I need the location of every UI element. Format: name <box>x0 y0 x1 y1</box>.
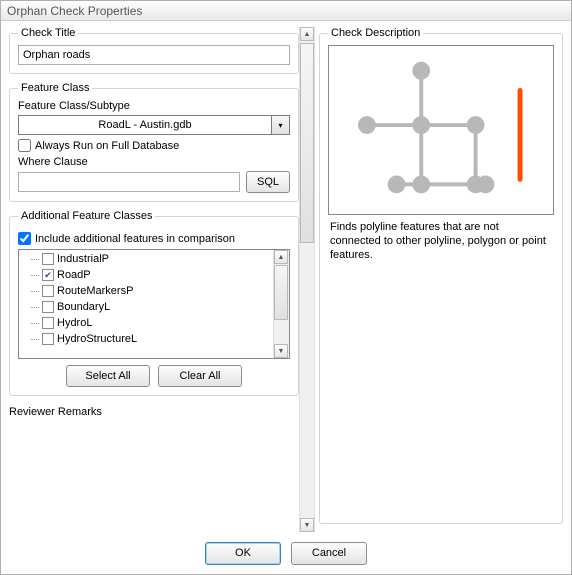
legend-additional: Additional Feature Classes <box>18 210 155 222</box>
list-item-label: HydroStructureL <box>57 333 137 345</box>
list-item-label: IndustrialP <box>57 253 109 265</box>
dialog-body: Check Title Feature Class Feature Class/… <box>1 21 571 532</box>
group-additional-features: Additional Feature Classes Include addit… <box>9 210 299 396</box>
reviewer-remarks-label: Reviewer Remarks <box>9 406 299 418</box>
left-column: Check Title Feature Class Feature Class/… <box>9 27 299 532</box>
list-item[interactable]: HydroStructureL <box>21 331 271 347</box>
scroll-up-icon[interactable]: ▲ <box>274 250 288 264</box>
subtype-label: Feature Class/Subtype <box>18 100 290 112</box>
list-item-checkbox[interactable] <box>42 285 54 297</box>
chevron-down-icon[interactable]: ▾ <box>272 115 290 135</box>
scroll-up-icon[interactable]: ▲ <box>300 27 314 41</box>
clear-all-button[interactable]: Clear All <box>158 365 242 387</box>
list-item-checkbox[interactable]: ✔ <box>42 269 54 281</box>
list-item[interactable]: BoundaryL <box>21 299 271 315</box>
panel-scrollbar[interactable]: ▲ ▼ <box>299 27 315 532</box>
listbox-scrollbar[interactable]: ▲ ▼ <box>273 250 289 358</box>
always-run-label: Always Run on Full Database <box>35 140 179 152</box>
legend-description: Check Description <box>328 27 423 39</box>
titlebar: Orphan Check Properties <box>1 1 571 21</box>
group-check-title: Check Title <box>9 27 299 74</box>
legend-check-title: Check Title <box>18 27 78 39</box>
description-diagram <box>328 45 554 215</box>
cancel-button[interactable]: Cancel <box>291 542 367 565</box>
right-column: Check Description <box>319 27 563 532</box>
dialog-orphan-check-properties: Orphan Check Properties Check Title Feat… <box>0 0 572 575</box>
list-item-label: RouteMarkersP <box>57 285 133 297</box>
scroll-thumb[interactable] <box>300 43 314 243</box>
dialog-footer: OK Cancel <box>1 532 571 574</box>
orphan-diagram-icon <box>329 46 553 214</box>
scroll-thumb[interactable] <box>274 265 288 320</box>
sql-button[interactable]: SQL <box>246 171 290 193</box>
include-additional-row: Include additional features in compariso… <box>18 232 290 245</box>
feature-class-selected-text: RoadL - Austin.gdb <box>98 119 191 131</box>
list-item-label: BoundaryL <box>57 301 110 313</box>
list-item[interactable]: ✔RoadP <box>21 267 271 283</box>
list-item-checkbox[interactable] <box>42 317 54 329</box>
group-feature-class: Feature Class Feature Class/Subtype Road… <box>9 82 299 202</box>
ok-button[interactable]: OK <box>205 542 281 565</box>
feature-listbox[interactable]: IndustrialP✔RoadPRouteMarkersPBoundaryLH… <box>18 249 290 359</box>
list-item[interactable]: IndustrialP <box>21 251 271 267</box>
always-run-row: Always Run on Full Database <box>18 139 290 152</box>
scroll-down-icon[interactable]: ▼ <box>300 518 314 532</box>
list-item-checkbox[interactable] <box>42 301 54 313</box>
list-item-label: HydroL <box>57 317 92 329</box>
where-clause-input[interactable] <box>18 172 240 192</box>
feature-class-selected: RoadL - Austin.gdb <box>18 115 272 135</box>
scroll-down-icon[interactable]: ▼ <box>274 344 288 358</box>
always-run-checkbox[interactable] <box>18 139 31 152</box>
select-all-button[interactable]: Select All <box>66 365 150 387</box>
window-title: Orphan Check Properties <box>7 4 142 18</box>
include-additional-label: Include additional features in compariso… <box>35 233 235 245</box>
list-item[interactable]: RouteMarkersP <box>21 283 271 299</box>
description-text: Finds polyline features that are not con… <box>328 219 554 264</box>
list-item-checkbox[interactable] <box>42 253 54 265</box>
check-title-input[interactable] <box>18 45 290 65</box>
group-check-description: Check Description <box>319 27 563 524</box>
list-item-checkbox[interactable] <box>42 333 54 345</box>
list-item[interactable]: HydroL <box>21 315 271 331</box>
list-item-label: RoadP <box>57 269 91 281</box>
legend-feature-class: Feature Class <box>18 82 92 94</box>
include-additional-checkbox[interactable] <box>18 232 31 245</box>
where-clause-label: Where Clause <box>18 156 290 168</box>
feature-class-select[interactable]: RoadL - Austin.gdb ▾ <box>18 115 290 135</box>
